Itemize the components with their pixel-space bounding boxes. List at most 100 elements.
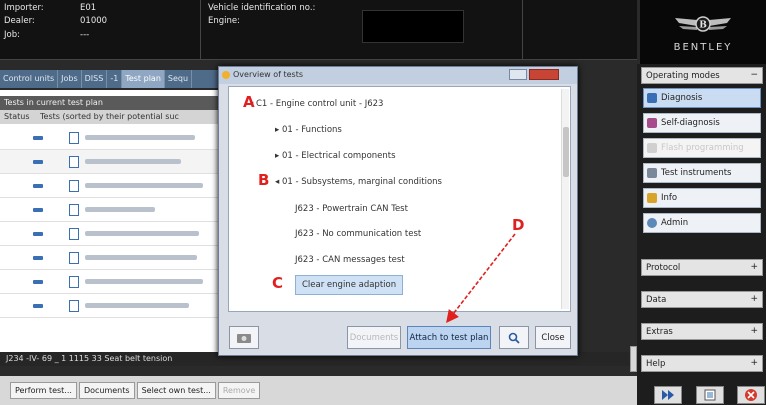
- expand-icon: +: [750, 326, 758, 336]
- window-button[interactable]: [696, 386, 724, 404]
- table-row[interactable]: [0, 126, 228, 150]
- row-text-obscured: [85, 279, 203, 284]
- table-row[interactable]: [0, 246, 228, 270]
- remove-button[interactable]: Remove: [217, 382, 261, 399]
- sidebar-item-test-instruments[interactable]: Test instruments: [643, 163, 761, 183]
- close-window-button[interactable]: [529, 69, 559, 80]
- tree-node-label: 01 - Electrical components: [281, 151, 396, 161]
- section-data-label: Data: [646, 295, 667, 305]
- section-help[interactable]: Help +: [641, 355, 763, 372]
- job-label: Job:: [4, 30, 20, 40]
- tree-node-label: C1 - Engine control unit - J623: [255, 99, 384, 109]
- documents-button[interactable]: Documents: [78, 382, 135, 399]
- bottom-toolbar: Perform test... Documents Select own tes…: [0, 376, 637, 405]
- header-divider-2: [522, 0, 523, 60]
- tab-diss[interactable]: DISS: [82, 70, 108, 88]
- section-operating-modes[interactable]: Operating modes −: [641, 67, 763, 84]
- status-icon: [33, 159, 43, 164]
- status-icon: [33, 255, 43, 260]
- engine-label: Engine:: [208, 16, 240, 26]
- table-row[interactable]: [0, 198, 228, 222]
- row-text-obscured: [85, 255, 197, 260]
- tree-node-functions[interactable]: ▸ 01 - Functions: [275, 125, 342, 135]
- tree-leaf-can-messages-test[interactable]: J623 - CAN messages test: [295, 255, 405, 265]
- toolbar-button[interactable]: [229, 326, 259, 349]
- sidebar-item-label: Info: [661, 193, 678, 203]
- dialog-title-bar: Overview of tests: [219, 67, 577, 84]
- sidebar-item-info[interactable]: Info: [643, 188, 761, 208]
- test-instruments-icon: [647, 168, 657, 178]
- expand-icon: +: [750, 262, 758, 272]
- section-help-label: Help: [646, 359, 666, 369]
- tree-node-label: 01 - Subsystems, marginal conditions: [281, 177, 442, 187]
- tree-leaf-powertrain-can-test[interactable]: J623 - Powertrain CAN Test: [295, 204, 408, 214]
- collapse-icon: −: [750, 70, 758, 80]
- flash-icon: [647, 143, 657, 153]
- column-tests[interactable]: Tests (sorted by their potential suc: [36, 110, 183, 124]
- table-row[interactable]: [0, 150, 228, 174]
- status-icon: [33, 303, 43, 308]
- tree-leaf-no-communication-test[interactable]: J623 - No communication test: [295, 229, 421, 239]
- sidebar-item-label: Admin: [661, 218, 689, 228]
- tab-control-units[interactable]: Control units: [0, 70, 59, 88]
- sidebar-item-label: Flash programming: [661, 143, 744, 153]
- section-data[interactable]: Data +: [641, 291, 763, 308]
- document-icon: [69, 155, 79, 168]
- status-icon: [33, 183, 43, 188]
- sidebar-item-admin[interactable]: Admin: [643, 213, 761, 233]
- scrollbar-thumb[interactable]: [563, 127, 569, 177]
- right-sidebar: Operating modes − Diagnosis Self-diagnosi…: [637, 64, 766, 405]
- document-icon: [69, 203, 79, 216]
- dialog-documents-button[interactable]: Documents: [347, 326, 401, 349]
- sidebar-item-flash-programming[interactable]: Flash programming: [643, 138, 761, 158]
- double-arrow-icon: [662, 390, 674, 400]
- perform-test-button[interactable]: Perform test...: [10, 382, 77, 399]
- section-extras[interactable]: Extras +: [641, 323, 763, 340]
- overview-of-tests-dialog: Overview of tests ◂ C1 - Engine control …: [218, 66, 578, 356]
- tab-sequence[interactable]: Sequ: [165, 70, 193, 88]
- tree-scrollbar[interactable]: [561, 89, 569, 309]
- tab-minus-one[interactable]: -1: [107, 70, 123, 88]
- expand-icon: +: [750, 294, 758, 304]
- dialog-close-button[interactable]: Close: [535, 326, 571, 349]
- section-operating-modes-label: Operating modes: [646, 71, 720, 81]
- tree-node-engine-control-unit[interactable]: ◂ C1 - Engine control unit - J623: [249, 99, 383, 109]
- dialog-title: Overview of tests: [233, 70, 303, 79]
- table-row[interactable]: [0, 270, 228, 294]
- tab-jobs[interactable]: Jobs: [58, 70, 82, 88]
- tree-leaf-clear-engine-adaption[interactable]: Clear engine adaption: [295, 275, 404, 295]
- sidebar-item-self-diagnosis[interactable]: Self-diagnosis: [643, 113, 761, 133]
- test-plan-section-title: Tests in current test plan: [0, 96, 228, 110]
- section-protocol[interactable]: Protocol +: [641, 259, 763, 276]
- dealer-label: Dealer:: [4, 16, 35, 26]
- exit-button[interactable]: [737, 386, 765, 404]
- search-button[interactable]: [499, 326, 529, 349]
- row-text-obscured: [85, 207, 155, 212]
- tree-node-electrical-components[interactable]: ▸ 01 - Electrical components: [275, 151, 396, 161]
- info-icon: [647, 193, 657, 203]
- attach-to-test-plan-button[interactable]: Attach to test plan: [407, 326, 491, 349]
- sidebar-item-label: Diagnosis: [661, 93, 703, 103]
- table-row[interactable]: [0, 174, 228, 198]
- select-own-test-button[interactable]: Select own test...: [136, 382, 216, 399]
- table-row[interactable]: [0, 222, 228, 246]
- annotation-marker-d: D: [512, 216, 525, 234]
- tree-node-subsystems[interactable]: ◂ 01 - Subsystems, marginal conditions: [275, 177, 442, 187]
- camera-icon: [237, 333, 251, 343]
- magnifier-icon: [508, 332, 520, 344]
- column-status[interactable]: Status: [0, 110, 36, 124]
- test-plan-column-header: Status Tests (sorted by their potential …: [0, 110, 228, 124]
- brand-name: BENTLEY: [673, 42, 733, 53]
- document-icon: [69, 179, 79, 192]
- status-icon: [33, 231, 43, 236]
- sidebar-item-diagnosis[interactable]: Diagnosis: [643, 88, 761, 108]
- table-row[interactable]: [0, 294, 228, 318]
- vin-label: Vehicle identification no.:: [208, 3, 316, 13]
- svg-text:B: B: [699, 21, 707, 31]
- document-icon: [69, 131, 79, 144]
- forward-button[interactable]: [654, 386, 682, 404]
- tab-test-plan[interactable]: Test plan: [122, 70, 165, 88]
- minimize-button[interactable]: [509, 69, 527, 80]
- dealer-value: 01000: [80, 16, 108, 26]
- vertical-scrollbar[interactable]: [630, 346, 637, 372]
